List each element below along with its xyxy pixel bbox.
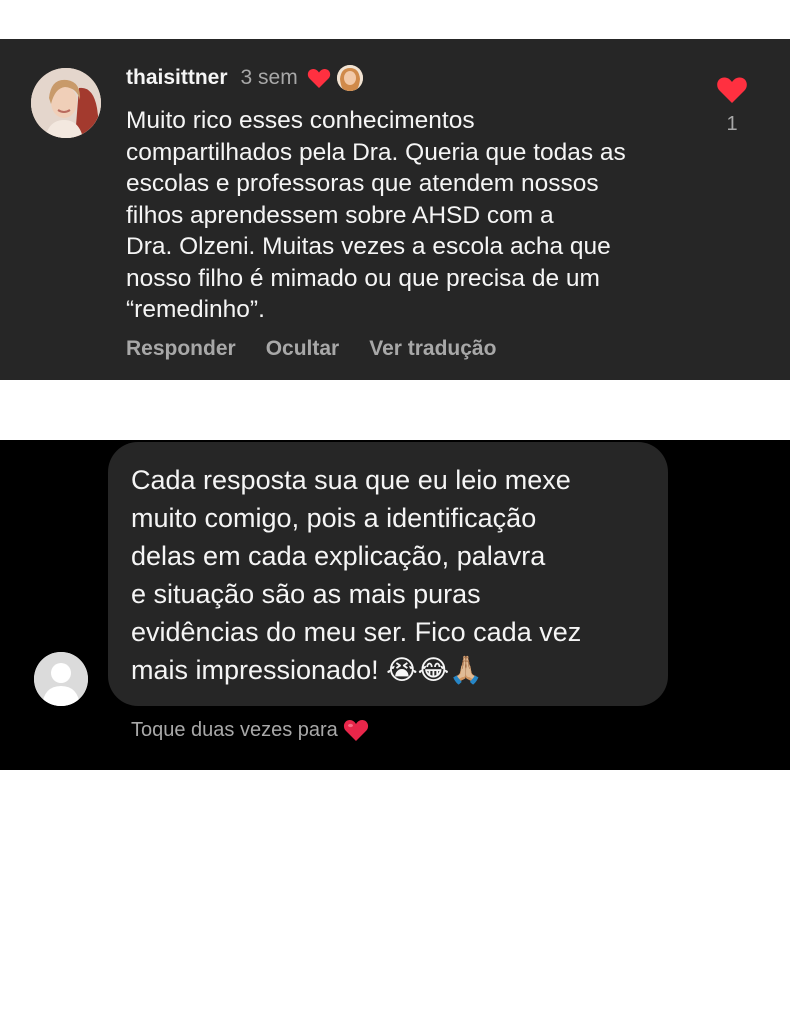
heart-emoji-icon: [343, 719, 368, 741]
message-bubble[interactable]: Cada resposta sua que eu leio mexe muito…: [108, 442, 668, 706]
direct-message-thread: Cada resposta sua que eu leio mexe muito…: [0, 440, 790, 770]
author-avatar-icon: [336, 65, 363, 91]
comment-card: thaisittner 3 sem Muito rico esses conhe…: [0, 39, 790, 380]
comment-actions: Responder Ocultar Ver tradução: [126, 337, 496, 361]
like-count: 1: [726, 113, 738, 135]
reply-button[interactable]: Responder: [126, 337, 236, 361]
comment-header: thaisittner 3 sem: [126, 63, 363, 93]
translate-button[interactable]: Ver tradução: [369, 337, 496, 361]
comment-timestamp: 3 sem: [240, 66, 298, 89]
red-heart-icon: [307, 68, 330, 88]
default-user-avatar-icon[interactable]: [34, 652, 88, 706]
user-avatar[interactable]: [31, 68, 101, 138]
double-tap-hint-text: Toque duas vezes para: [131, 718, 338, 741]
hide-button[interactable]: Ocultar: [266, 337, 340, 361]
message-text: Cada resposta sua que eu leio mexe muito…: [131, 465, 582, 685]
comment-username[interactable]: thaisittner: [126, 66, 228, 90]
user-avatar-photo: [31, 68, 101, 138]
comment-like: 1: [708, 75, 756, 136]
page: thaisittner 3 sem Muito rico esses conhe…: [0, 0, 790, 1024]
comment-text: Muito rico esses conhecimentos compartil…: [126, 107, 626, 323]
double-tap-hint: Toque duas vezes para: [131, 718, 369, 742]
like-heart-icon[interactable]: [716, 75, 748, 104]
